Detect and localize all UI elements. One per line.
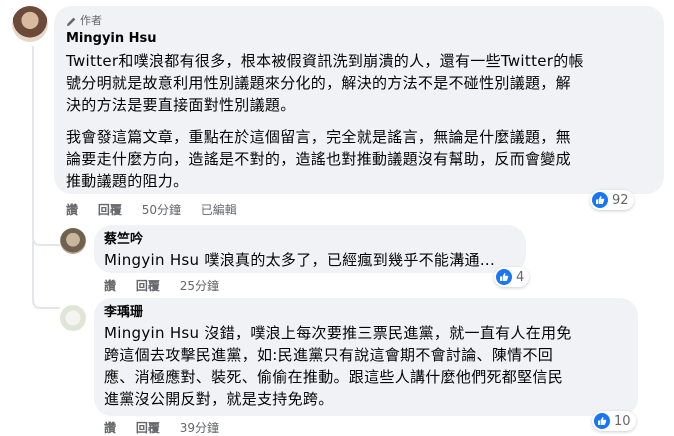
reply-text-body: 沒錯，噗浪上每次要推三票民進黨，就一直有人在用免 xyxy=(199,324,572,342)
reply-timestamp[interactable]: 39分鐘 xyxy=(180,420,219,436)
main-comment-bubble: 作者 Mingyin Hsu Twitter和噗浪都有很多，根本被假資訊洗到崩潰… xyxy=(54,6,664,194)
comment-timestamp[interactable]: 50分鐘 xyxy=(142,202,181,218)
reply-button[interactable]: 回覆 xyxy=(98,202,122,218)
reply-avatar[interactable] xyxy=(60,305,86,331)
reply-mention[interactable]: Mingyin Hsu xyxy=(104,251,199,269)
reaction-count: 92 xyxy=(612,192,629,208)
reply-avatar[interactable] xyxy=(60,228,86,254)
reply-author-name[interactable]: 蔡竺吟 xyxy=(104,231,516,249)
comment-line: 我會發這篇文章，重點在於這個留言，完全就是謠言，無論是什麼議題，無 xyxy=(66,128,571,146)
author-avatar[interactable] xyxy=(12,6,48,42)
reaction-count-badge[interactable]: 92 xyxy=(590,190,634,210)
reaction-count-badge[interactable]: 10 xyxy=(592,411,636,431)
reply-button[interactable]: 回覆 xyxy=(136,420,160,436)
comment-line: 推動議題的阻力。 xyxy=(66,172,189,190)
reply-button[interactable]: 回覆 xyxy=(136,278,160,294)
like-icon xyxy=(594,413,610,429)
edited-label: 已編輯 xyxy=(200,203,237,217)
reply-text: Mingyin Hsu 噗浪真的太多了，已經瘋到幾乎不能溝通... xyxy=(104,249,516,271)
comment-line: Twitter和噗浪都有很多，根本被假資訊洗到崩潰的人，還有一些Twitter的… xyxy=(66,52,584,70)
like-icon xyxy=(496,269,512,285)
pencil-icon xyxy=(66,17,76,26)
reply-line: 進黨沒公開反對，就是支持免跨。 xyxy=(104,390,334,408)
reply-line: 跨這個去攻擊民進黨，如:民進黨只有說這會期不會討論、陳情不回 xyxy=(104,346,554,364)
reply-line: 應、消極應對、裝死、偷偷在推動。跟這些人講什麼他們死都堅信民 xyxy=(104,368,564,386)
like-icon xyxy=(592,192,608,208)
comment-line: 決的方法是要直接面對性別議題。 xyxy=(66,96,296,114)
reply-author-name[interactable]: 李瑀珊 xyxy=(104,304,628,322)
reaction-count: 4 xyxy=(516,269,525,285)
reply-text: Mingyin Hsu 沒錯，噗浪上每次要推三票民進黨，就一直有人在用免 xyxy=(104,322,628,344)
comment-paragraph-2: 我會發這篇文章，重點在於這個留言，完全就是謠言，無論是什麼議題，無 論要走什麼方… xyxy=(66,126,652,192)
reply-bubble: 蔡竺吟 Mingyin Hsu 噗浪真的太多了，已經瘋到幾乎不能溝通... xyxy=(94,225,526,273)
comment-line: 號分明就是故意利用性別議題來分化的，解決的方法不是不碰性別議題，解 xyxy=(66,74,571,92)
reaction-count-badge[interactable]: 4 xyxy=(494,267,530,287)
like-button[interactable]: 讚 xyxy=(104,278,116,294)
like-button[interactable]: 讚 xyxy=(104,420,116,436)
comment-author-name[interactable]: Mingyin Hsu xyxy=(66,30,652,48)
comment-paragraph-1: Twitter和噗浪都有很多，根本被假資訊洗到崩潰的人，還有一些Twitter的… xyxy=(66,50,652,116)
reply-timestamp[interactable]: 25分鐘 xyxy=(180,278,219,294)
author-badge-label: 作者 xyxy=(80,14,102,27)
reply-actions: 讚 回覆 25分鐘 xyxy=(104,278,235,294)
thread-connector xyxy=(32,46,34,246)
like-button[interactable]: 讚 xyxy=(66,202,78,218)
reply-mention[interactable]: Mingyin Hsu xyxy=(104,324,199,342)
reply-text-body: 噗浪真的太多了，已經瘋到幾乎不能溝通... xyxy=(199,251,496,269)
reply-bubble: 李瑀珊 Mingyin Hsu 沒錯，噗浪上每次要推三票民進黨，就一直有人在用免… xyxy=(94,298,638,416)
comment-line: 論要走什麼方向，造謠是不對的，造謠也對推動議題沒有幫助，反而會變成 xyxy=(66,150,571,168)
reaction-count: 10 xyxy=(614,413,631,429)
author-badge: 作者 xyxy=(66,14,652,28)
thread-branch xyxy=(32,240,60,309)
comment-actions: 讚 回覆 50分鐘 已編輯 xyxy=(66,202,253,218)
reply-actions: 讚 回覆 39分鐘 xyxy=(104,420,235,436)
